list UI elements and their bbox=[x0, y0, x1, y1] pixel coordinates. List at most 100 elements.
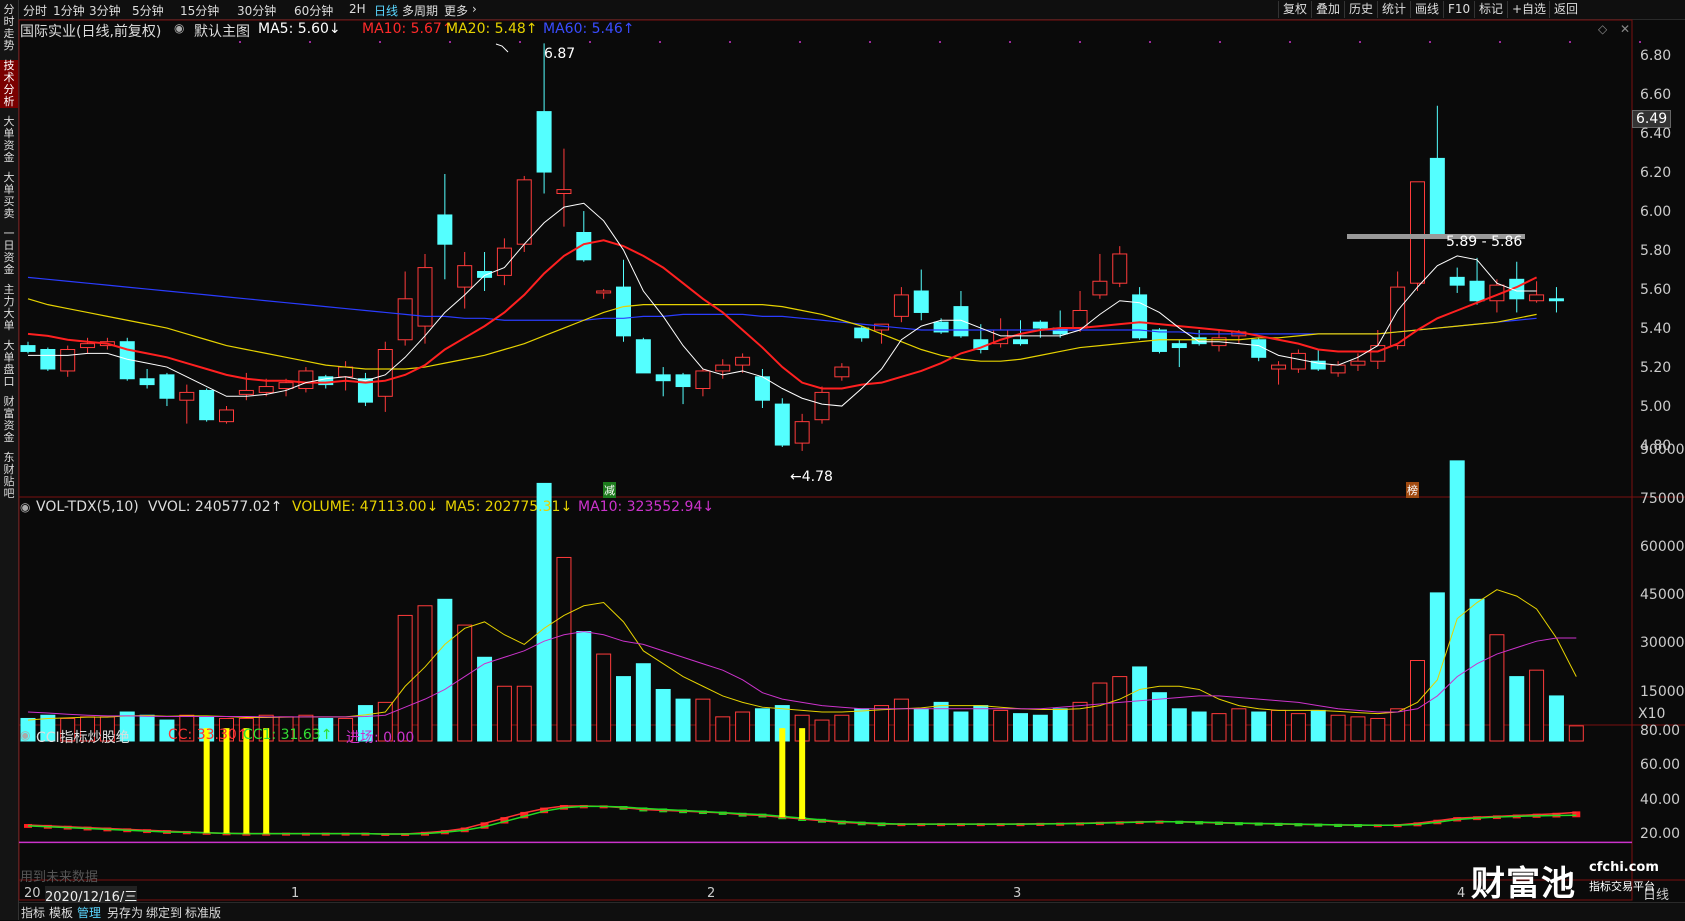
price-y-tick: 5.00 bbox=[1640, 399, 1672, 415]
candle-body bbox=[616, 286, 631, 337]
candle-body bbox=[159, 374, 175, 399]
brand-subtitle: 指标交易平台 bbox=[1589, 880, 1655, 893]
candle-body bbox=[1429, 157, 1445, 235]
candle-body bbox=[596, 290, 612, 294]
candle-body bbox=[536, 111, 552, 173]
volume-bar bbox=[1310, 709, 1326, 742]
ma60-line bbox=[27, 276, 1537, 335]
cci-y-tick: 20.00 bbox=[1640, 826, 1681, 843]
ma10-line bbox=[27, 239, 1538, 390]
candle-body bbox=[199, 389, 215, 421]
candle-body bbox=[1449, 276, 1465, 286]
cci-y-tick: 40.00 bbox=[1640, 791, 1681, 808]
candle-body bbox=[1032, 321, 1048, 329]
marker-dot bbox=[449, 41, 451, 43]
volume-bar bbox=[1350, 716, 1366, 742]
x-axis-tick: 4 bbox=[1457, 886, 1466, 901]
bottom-btn-2[interactable]: 管理 bbox=[77, 904, 101, 921]
volume-bar bbox=[1330, 714, 1346, 742]
volume-bar bbox=[1013, 713, 1028, 742]
candle-body bbox=[635, 339, 651, 374]
candle-body bbox=[338, 366, 354, 378]
cci-toggle-icon[interactable]: ◉ bbox=[20, 728, 30, 742]
candle-body bbox=[1092, 280, 1108, 296]
cci-indicator-name[interactable]: CCI指标炒股绝 bbox=[36, 727, 130, 747]
volume-bar bbox=[1112, 676, 1128, 742]
bottom-btn-5[interactable]: 标准版 bbox=[185, 904, 221, 921]
cci-cc1-label: CC1: 31.63↑ bbox=[243, 727, 333, 743]
volume-bar bbox=[1231, 708, 1247, 742]
price-y-tick: 6.00 bbox=[1640, 204, 1672, 220]
marker-dot bbox=[1569, 41, 1571, 43]
volume-bar bbox=[1469, 598, 1485, 742]
volume-bar bbox=[556, 556, 572, 742]
volume-ma5-label: MA5: 202775.31↓ bbox=[445, 499, 573, 515]
candle-body bbox=[893, 294, 909, 317]
x-axis-tick: 1 bbox=[291, 886, 300, 901]
candle-body bbox=[1132, 294, 1148, 339]
price-y-tick: 6.40 bbox=[1640, 126, 1672, 142]
candle-body bbox=[1529, 294, 1545, 302]
price-y-tick: 6.60 bbox=[1640, 87, 1672, 103]
volume-y-tick: 15000 bbox=[1640, 683, 1685, 700]
close-icon[interactable]: ✕ bbox=[1620, 22, 1630, 36]
volume-bar bbox=[874, 705, 890, 742]
volume-bar bbox=[1568, 725, 1584, 742]
volume-bar bbox=[1370, 717, 1386, 742]
volume-bar bbox=[139, 714, 155, 742]
bottom-btn-1[interactable]: 模板 bbox=[49, 904, 73, 921]
volume-bar bbox=[1449, 460, 1465, 742]
candle-body bbox=[854, 327, 870, 339]
volume-bar bbox=[814, 719, 830, 742]
brand-logo: 财富池 bbox=[1471, 864, 1576, 904]
marker-dot bbox=[1079, 41, 1081, 43]
volume-bar bbox=[834, 714, 850, 742]
chart-canvas[interactable] bbox=[0, 0, 1685, 920]
event-marker-1[interactable]: 减 bbox=[603, 482, 616, 498]
marker-dot bbox=[1289, 41, 1291, 43]
volume-bar bbox=[1548, 695, 1564, 742]
marker-dot bbox=[519, 41, 521, 43]
bottom-btn-4[interactable]: 绑定到 bbox=[146, 904, 182, 921]
candle-body bbox=[238, 389, 254, 395]
volume-bar bbox=[1171, 708, 1187, 742]
bottom-btn-0[interactable]: 指标 bbox=[21, 904, 45, 921]
ma5-label: MA5: 5.60↓ bbox=[258, 21, 341, 37]
volume-bar bbox=[1092, 682, 1108, 742]
price-range-label: 5.89 - 5.86 bbox=[1446, 234, 1523, 250]
volume-bar bbox=[635, 663, 651, 742]
candle-body bbox=[1290, 352, 1306, 370]
indicator-toggle-icon[interactable]: ◉ bbox=[174, 21, 184, 35]
bottom-btn-3[interactable]: 另存为 bbox=[107, 904, 143, 921]
volume-bar bbox=[893, 698, 909, 742]
diamond-icon[interactable]: ◇ bbox=[1598, 22, 1607, 36]
candle-body bbox=[457, 265, 473, 288]
volume-bar bbox=[536, 482, 552, 742]
indicator-name[interactable]: 默认主图 bbox=[194, 21, 250, 41]
event-marker-2[interactable]: 榜 bbox=[1406, 482, 1419, 498]
candle-body bbox=[258, 386, 274, 393]
volume-bar bbox=[576, 631, 592, 742]
bottom-toolbar: 指标 模板 管理 另存为 绑定到 标准版 bbox=[19, 902, 1685, 921]
entry-signal-bar bbox=[223, 728, 230, 834]
candle-body bbox=[377, 349, 393, 397]
candle-body bbox=[1548, 298, 1564, 302]
volume-bar bbox=[1390, 708, 1406, 742]
candle-body bbox=[179, 391, 195, 401]
marker-dot bbox=[1639, 41, 1641, 43]
candle-body bbox=[1271, 364, 1287, 370]
candle-body bbox=[437, 214, 453, 245]
price-y-tick: 5.60 bbox=[1640, 282, 1672, 298]
volume-bar bbox=[715, 716, 731, 742]
volume-indicator-name[interactable]: VOL-TDX(5,10) bbox=[36, 499, 139, 515]
candle-body bbox=[754, 376, 770, 401]
volume-toggle-icon[interactable]: ◉ bbox=[20, 500, 30, 514]
candle-body bbox=[1171, 343, 1187, 349]
volume-bar bbox=[1052, 708, 1068, 742]
volume-unit: X10 bbox=[1638, 706, 1666, 722]
candle-body bbox=[417, 267, 433, 327]
marker-dot bbox=[1429, 41, 1431, 43]
marker-dot bbox=[1009, 41, 1011, 43]
volume-bar bbox=[1271, 709, 1287, 742]
entry-signal-bar bbox=[203, 728, 210, 833]
